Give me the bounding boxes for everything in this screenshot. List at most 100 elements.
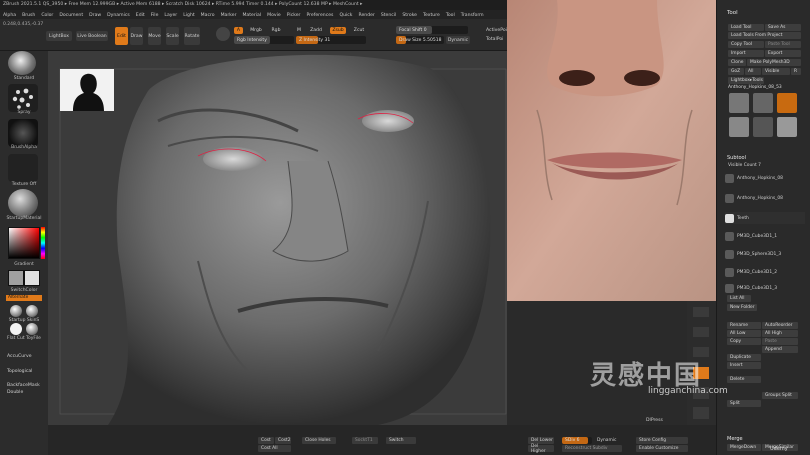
- sockt-button[interactable]: SocktT1: [352, 437, 378, 444]
- material-sphere-icon[interactable]: [216, 27, 230, 41]
- brush-alpha-icon[interactable]: [8, 119, 38, 147]
- menu-item[interactable]: Document: [59, 13, 83, 18]
- texture-off-icon[interactable]: [8, 154, 38, 182]
- append-button[interactable]: Append: [762, 346, 798, 353]
- rotate-button[interactable]: Rotate: [184, 27, 200, 45]
- menu-item[interactable]: Transform: [461, 13, 484, 18]
- menu-item[interactable]: Material: [242, 13, 261, 18]
- rgb-button[interactable]: Rgb: [270, 27, 282, 34]
- store-config-button[interactable]: Store Config: [636, 437, 688, 444]
- lightbox-button[interactable]: LightBox: [46, 31, 72, 41]
- export-button[interactable]: Export: [765, 50, 801, 57]
- all-high-button[interactable]: All High: [762, 330, 798, 337]
- menu-item[interactable]: Movie: [267, 13, 281, 18]
- spray-stroke-icon[interactable]: [8, 84, 38, 112]
- double-button[interactable]: Double: [7, 390, 23, 395]
- list-item[interactable]: Anthony_Hopkins_08: [725, 192, 805, 204]
- list-all-button[interactable]: List All: [727, 295, 751, 302]
- list-item[interactable]: Anthony_Hopkins_08: [725, 172, 805, 184]
- menu-item[interactable]: Tool: [446, 13, 455, 18]
- viewport-canvas[interactable]: [48, 51, 507, 425]
- scale-button[interactable]: Scale: [166, 27, 179, 45]
- topological-button[interactable]: Topological: [7, 369, 32, 374]
- m-button[interactable]: M: [296, 27, 302, 34]
- mrgb-button[interactable]: Mrgb: [248, 27, 264, 34]
- merge-down-button[interactable]: MergeDown: [727, 444, 761, 451]
- enable-customize-button[interactable]: Enable Customize: [636, 445, 688, 452]
- groups-split-button[interactable]: Groups Split: [762, 392, 798, 399]
- split-button[interactable]: Split: [727, 400, 761, 407]
- accucurve-button[interactable]: AccuCurve: [7, 354, 32, 359]
- menu-item[interactable]: Marker: [221, 13, 237, 18]
- main-color-swatch[interactable]: [8, 270, 24, 286]
- paste-button[interactable]: Paste: [762, 338, 798, 345]
- list-item[interactable]: PM3D_Cube3D1_3: [725, 282, 805, 294]
- close-holes-button[interactable]: Close Holes: [302, 437, 336, 444]
- z-intensity-slider[interactable]: Z Intensity 31: [296, 36, 366, 44]
- import-button[interactable]: Import: [728, 50, 764, 57]
- load-from-project-button[interactable]: Load Tools From Project: [728, 32, 801, 39]
- menu-item[interactable]: Brush: [22, 13, 35, 18]
- duplicate-button[interactable]: Duplicate: [727, 354, 761, 361]
- startup-sphere-icon[interactable]: [10, 305, 22, 317]
- zcut-button[interactable]: Zcut: [352, 27, 366, 34]
- save-as-button[interactable]: Save As: [765, 24, 801, 31]
- goz-button[interactable]: GoZ: [728, 68, 744, 75]
- menu-item[interactable]: Macro: [201, 13, 215, 18]
- tool-thumbnail[interactable]: [777, 117, 797, 137]
- rename-button[interactable]: Rename: [727, 322, 761, 329]
- a-toggle[interactable]: A: [234, 27, 243, 34]
- menu-item[interactable]: Stroke: [402, 13, 417, 18]
- r-button[interactable]: R: [791, 68, 801, 75]
- sdiv-slider[interactable]: SDiv 6: [562, 437, 592, 444]
- menu-item[interactable]: Picker: [287, 13, 301, 18]
- toy-sphere-icon[interactable]: [26, 323, 38, 335]
- tool-thumbnail[interactable]: [777, 93, 797, 113]
- dynamic-subdiv-button[interactable]: Dynamic: [594, 437, 622, 444]
- zsub-button[interactable]: Zsub: [330, 27, 346, 34]
- paste-tool-button[interactable]: Paste Tool: [765, 41, 801, 48]
- lightbox-tools-button[interactable]: Lightbox▸Tools: [728, 77, 764, 84]
- material-sphere-icon[interactable]: [8, 189, 38, 217]
- color-picker[interactable]: [8, 227, 40, 259]
- draw-button[interactable]: Draw: [130, 27, 143, 45]
- edit-button[interactable]: Edit: [115, 27, 128, 45]
- menu-item[interactable]: Stencil: [381, 13, 397, 18]
- insert-button[interactable]: Insert: [727, 362, 761, 369]
- delete-button[interactable]: Delete: [727, 376, 761, 383]
- switch-button[interactable]: Switch: [386, 437, 416, 444]
- menu-item[interactable]: Color: [41, 13, 53, 18]
- new-folder-button[interactable]: New Folder: [727, 304, 757, 311]
- menu-item[interactable]: Quick: [339, 13, 352, 18]
- actual-size-icon[interactable]: [693, 327, 709, 337]
- list-item[interactable]: PM3D_Cube3D1_2: [725, 266, 805, 278]
- hue-strip[interactable]: [41, 227, 45, 259]
- transp-icon[interactable]: [693, 407, 709, 419]
- menu-item[interactable]: Edit: [136, 13, 145, 18]
- menu-item[interactable]: Dynamics: [107, 13, 130, 18]
- cost2-button[interactable]: Cost2: [275, 437, 291, 444]
- menu-item[interactable]: Texture: [423, 13, 440, 18]
- secondary-color-swatch[interactable]: [24, 270, 40, 286]
- list-item[interactable]: PM3D_Cube3D1_1: [725, 230, 805, 242]
- menu-item[interactable]: File: [151, 13, 159, 18]
- menu-item[interactable]: Render: [358, 13, 374, 18]
- all-button[interactable]: All: [745, 68, 761, 75]
- load-tool-button[interactable]: Load Tool: [728, 24, 764, 31]
- menu-item[interactable]: Preferences: [306, 13, 333, 18]
- dynamic-button[interactable]: Dynamic: [446, 36, 470, 44]
- menu-item[interactable]: Layer: [164, 13, 177, 18]
- tool-thumbnail[interactable]: [753, 117, 773, 137]
- rgb-intensity-slider[interactable]: Rgb Intensity: [234, 36, 294, 44]
- make-polymesh-button[interactable]: Make PolyMesh3D: [747, 59, 801, 66]
- tool-thumbnail[interactable]: [729, 93, 749, 113]
- zoom-icon[interactable]: [693, 307, 709, 317]
- autoreorder-button[interactable]: AutoReorder: [762, 322, 798, 329]
- clone-button[interactable]: Clone: [728, 59, 746, 66]
- del-higher-button[interactable]: Del Higher: [528, 444, 554, 454]
- all-low-button[interactable]: All Low: [727, 330, 761, 337]
- cost-button[interactable]: Cost: [258, 437, 274, 444]
- list-item[interactable]: PM3D_Sphere3D1_3: [725, 248, 805, 260]
- cost-all-button[interactable]: Cost All: [258, 445, 291, 452]
- tool-thumbnail[interactable]: [753, 93, 773, 113]
